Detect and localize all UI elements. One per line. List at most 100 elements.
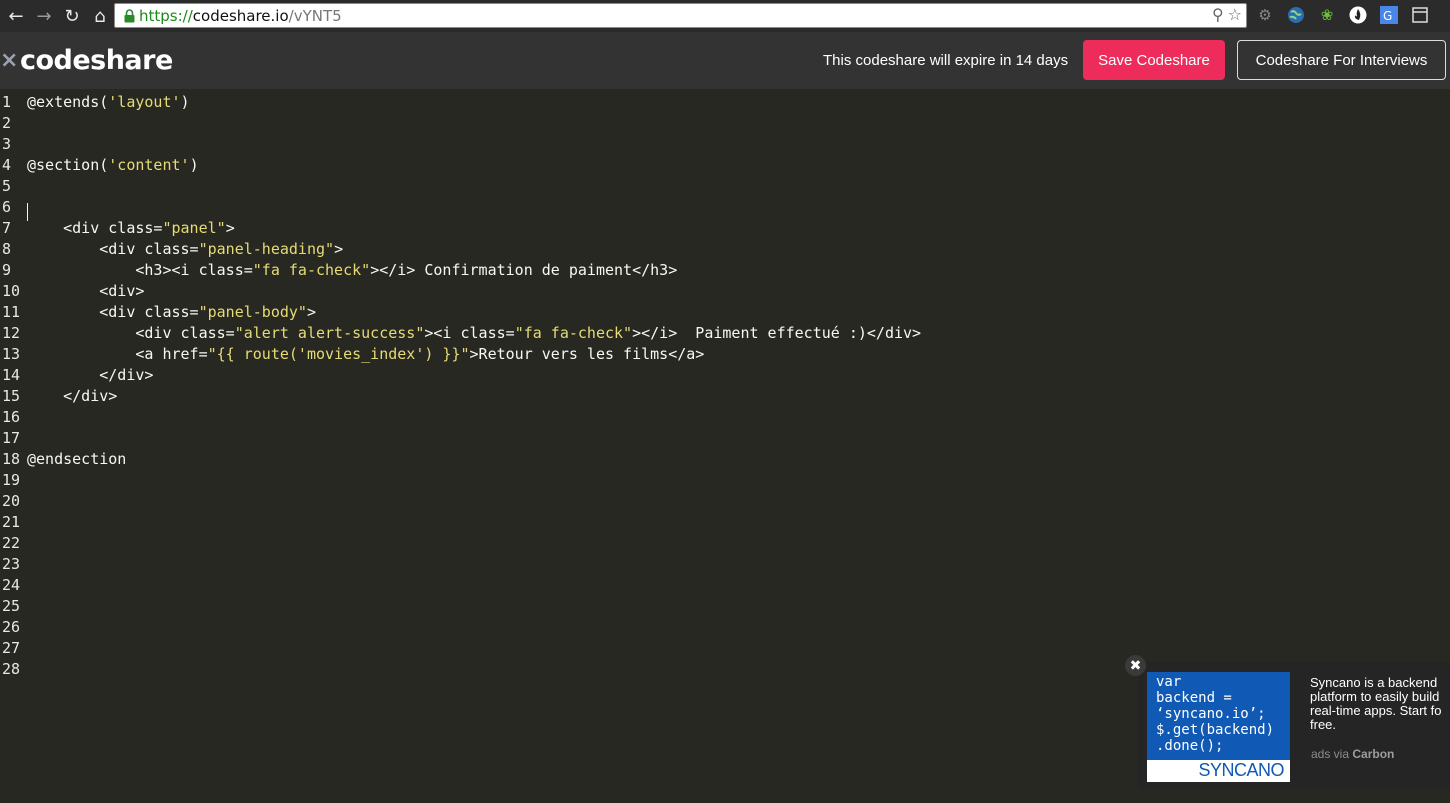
code-token: >: [306, 303, 316, 321]
line-number: 6: [2, 198, 12, 216]
code-text: </div>: [27, 386, 117, 407]
code-token: ><i class=: [424, 324, 515, 342]
string-token: "panel-body": [198, 303, 307, 321]
line-number: 24: [2, 576, 21, 594]
code-text: <a href="{{ route('movies_index') }}">Re…: [27, 344, 704, 365]
svg-text:G: G: [1383, 9, 1392, 23]
code-text: <div class="panel-body">: [27, 302, 316, 323]
line-number: 13: [2, 345, 21, 363]
code-text: <div class="panel">: [27, 218, 235, 239]
code-token: <div class=: [27, 240, 199, 258]
line-number: 28: [2, 660, 21, 678]
app-header: × codeshare This codeshare will expire i…: [0, 32, 1450, 89]
line-number: 8: [2, 240, 12, 258]
ad-description[interactable]: Syncano is a backend platform to easily b…: [1310, 676, 1450, 732]
code-token: <div class=: [27, 324, 235, 342]
line-number: 23: [2, 555, 21, 573]
url-path: /vYNT5: [288, 6, 342, 25]
line-number: 10: [2, 282, 21, 300]
code-token: <div class=: [27, 219, 163, 237]
string-token: "alert alert-success": [234, 324, 425, 342]
string-token: 'layout': [108, 93, 181, 111]
code-token: </div>: [27, 387, 118, 405]
code-text: <div class="panel-heading">: [27, 239, 343, 260]
line-number: 3: [2, 135, 12, 153]
code-token: ): [189, 156, 199, 174]
line-number: 22: [2, 534, 21, 552]
string-token: "fa fa-check": [514, 324, 633, 342]
string-token: 'content': [108, 156, 190, 174]
ads-via-carbon-link[interactable]: ads via Carbon: [1311, 747, 1394, 761]
code-text: <div>: [27, 281, 144, 302]
code-token: @endsection: [27, 450, 127, 468]
code-text: </div>: [27, 365, 153, 386]
line-number: 27: [2, 639, 21, 657]
line-number: 25: [2, 597, 21, 615]
code-text: @section('content'): [27, 155, 199, 176]
line-number: 1: [2, 93, 12, 111]
gear-icon[interactable]: ⚙: [1254, 4, 1276, 26]
code-token: <h3><i class=: [27, 261, 253, 279]
plant-icon[interactable]: ❀: [1316, 4, 1338, 26]
codeshare-logo[interactable]: × codeshare: [0, 45, 173, 76]
forward-arrow-icon[interactable]: →: [32, 4, 56, 28]
translate-icon[interactable]: G: [1378, 4, 1400, 26]
code-text: @extends('layout'): [27, 92, 190, 113]
code-token: >: [225, 219, 235, 237]
line-number: 2: [2, 114, 12, 132]
home-icon[interactable]: ⌂: [88, 4, 112, 28]
code-text: <div class="alert alert-success"><i clas…: [27, 323, 921, 344]
string-token: "panel": [162, 219, 226, 237]
code-token: ): [180, 93, 190, 111]
code-token: ></i> Paiment effectué :)</div>: [632, 324, 922, 342]
ad-image[interactable]: var backend = ‘syncano.io’; $.get(backen…: [1147, 672, 1290, 782]
line-number: 17: [2, 429, 21, 447]
ad-text-line: platform to easily build: [1310, 689, 1440, 704]
ad-image-code: var backend = ‘syncano.io’; $.get(backen…: [1156, 674, 1275, 754]
browser-toolbar: ← → ↻ ⌂ https://codeshare.io/vYNT5 ⚲ ☆ ⚙…: [0, 0, 1450, 32]
code-token: >: [334, 240, 344, 258]
globe-icon[interactable]: [1285, 4, 1307, 26]
line-number: 7: [2, 219, 12, 237]
code-token: <div class=: [27, 303, 199, 321]
code-token: </div>: [27, 366, 154, 384]
line-number: 5: [2, 177, 12, 195]
ad-text-line: real-time apps. Start fo: [1310, 703, 1442, 718]
line-number: 12: [2, 324, 21, 342]
code-token: >Retour vers les films</a>: [469, 345, 705, 363]
line-number: 11: [2, 303, 21, 321]
line-number: 4: [2, 156, 12, 174]
line-number: 19: [2, 471, 21, 489]
lock-icon: [119, 8, 139, 23]
code-text: @endsection: [27, 449, 126, 470]
code-token: <div>: [27, 282, 145, 300]
zoom-icon[interactable]: ⚲: [1212, 5, 1224, 24]
line-number: 26: [2, 618, 21, 636]
string-token: "{{ route('movies_index') }}": [207, 345, 470, 363]
url-scheme: https://: [139, 6, 193, 25]
expire-notice: This codeshare will expire in 14 days: [823, 52, 1069, 69]
line-number: 15: [2, 387, 21, 405]
url-domain: codeshare.io: [192, 6, 289, 25]
line-number: 9: [2, 261, 12, 279]
line-number: 16: [2, 408, 21, 426]
code-text: <h3><i class="fa fa-check"></i> Confirma…: [27, 260, 677, 281]
line-number: 18: [2, 450, 21, 468]
carbon-ad[interactable]: var backend = ‘syncano.io’; $.get(backen…: [1138, 662, 1450, 789]
codeshare-for-interviews-button[interactable]: Codeshare For Interviews: [1237, 40, 1446, 80]
save-codeshare-button[interactable]: Save Codeshare: [1083, 40, 1225, 80]
window-icon[interactable]: [1409, 4, 1431, 26]
logo-x-icon: ×: [0, 48, 18, 73]
flame-icon[interactable]: [1347, 4, 1369, 26]
reload-icon[interactable]: ↻: [60, 4, 84, 28]
string-token: "panel-heading": [198, 240, 335, 258]
code-token: @extends(: [27, 93, 109, 111]
line-number: 20: [2, 492, 21, 510]
back-arrow-icon[interactable]: ←: [4, 4, 28, 28]
address-bar[interactable]: https://codeshare.io/vYNT5 ⚲ ☆: [114, 3, 1247, 28]
close-ad-icon[interactable]: ✖: [1125, 655, 1146, 676]
bookmark-star-icon[interactable]: ☆: [1228, 5, 1242, 24]
line-number: 21: [2, 513, 21, 531]
ad-text-line: Syncano is a backend: [1310, 676, 1438, 690]
string-token: "fa fa-check": [252, 261, 371, 279]
